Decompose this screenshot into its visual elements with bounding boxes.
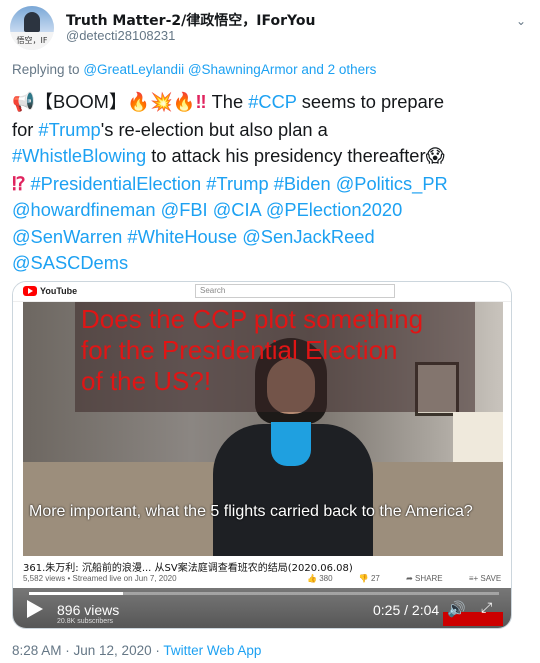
hashtag-whistleblowing[interactable]: #WhistleBlowing	[12, 145, 146, 166]
scream-emoji: 😱	[425, 146, 445, 167]
video-title[interactable]: 361.朱万利: 沉船前的浪漫... 从SV案法庭调查看班农的结局(2020.0…	[23, 559, 353, 574]
fire-emoji: 🔥💥🔥	[127, 92, 196, 113]
youtube-label: YouTube	[40, 286, 78, 296]
tweet-text-4: 's re-election but also plan a	[100, 118, 328, 140]
tweet-text-1: The	[206, 91, 249, 112]
tweet-text-2: seems to prepare	[296, 91, 444, 112]
tags-line-1[interactable]: #PresidentialElection #Trump #Biden @Pol…	[31, 173, 448, 194]
progress-fill	[29, 592, 123, 595]
view-count: 896 views	[57, 602, 120, 618]
megaphone-emoji: 📢	[12, 92, 35, 113]
video-caption: More important, what the 5 flights carri…	[29, 503, 473, 520]
tweet-text-3: for	[12, 118, 39, 140]
interrobang: ⁉	[12, 172, 26, 194]
player-controls: 896 views 20.8K subscribers 0:25 / 2:04 …	[13, 588, 511, 628]
tweet-header: 悟空，IF Truth Matter-2/律政悟空，IForYou @detec…	[10, 6, 530, 50]
dislike-button[interactable]: 👎 27	[359, 574, 392, 583]
play-icon[interactable]	[27, 600, 45, 618]
youtube-play-icon	[23, 286, 37, 296]
youtube-search-input[interactable]: Search	[195, 284, 395, 298]
author-name[interactable]: Truth Matter-2/律政悟空，IForYou	[66, 10, 315, 30]
reply-line: Replying to @GreatLeylandii @ShawningArm…	[12, 62, 376, 77]
hashtag-trump[interactable]: #Trump	[38, 119, 100, 140]
hashtag-ccp[interactable]: #CCP	[248, 91, 296, 112]
video-time: 0:25 / 2:04	[373, 602, 440, 618]
fullscreen-icon[interactable]: ⤢	[481, 600, 499, 618]
video-meta: 5,582 views • Streamed live on Jun 7, 20…	[23, 574, 177, 583]
tags-line-2[interactable]: @howardfineman @FBI @CIA @PElection2020	[12, 197, 522, 224]
chevron-down-icon[interactable]: ⌄	[512, 12, 530, 30]
like-count: 380	[319, 574, 333, 583]
video-actions: 👍 380 👎 27 ➦ SHARE ≡+ SAVE ···	[307, 574, 511, 583]
double-exclamation: ‼	[195, 91, 207, 112]
avatar-caption: 悟空，IF	[10, 32, 54, 50]
share-button[interactable]: ➦ SHARE	[406, 574, 455, 583]
tags-line-3[interactable]: @SenWarren #WhiteHouse @SenJackReed	[12, 224, 522, 251]
share-label: SHARE	[415, 574, 443, 583]
avatar[interactable]: 悟空，IF	[10, 6, 54, 50]
tweet-datetime[interactable]: 8:28 AM · Jun 12, 2020 ·	[12, 643, 163, 658]
reply-others-link[interactable]: and 2 others	[301, 62, 376, 77]
tweet-footer: 8:28 AM · Jun 12, 2020 · Twitter Web App	[12, 643, 261, 658]
boom-text: 【BOOM】	[34, 91, 128, 112]
video-frame[interactable]: Does the CCP plot something for the Pres…	[23, 302, 503, 556]
subscriber-count: 20.8K subscribers	[57, 618, 114, 625]
video-card[interactable]: YouTube Search Does the CCP plot somethi…	[12, 281, 512, 629]
youtube-bar: YouTube Search	[13, 282, 511, 302]
save-label: SAVE	[480, 574, 502, 583]
reply-prefix: Replying to	[12, 62, 80, 77]
author-handle[interactable]: @detecti28108231	[66, 28, 175, 43]
dislike-count: 27	[370, 574, 380, 583]
reply-mentions[interactable]: @GreatLeylandii @ShawningArmor	[83, 62, 297, 77]
tweet-text-5: to attack his presidency thereafter	[146, 145, 426, 166]
save-button[interactable]: ≡+ SAVE	[469, 574, 511, 583]
tags-line-4[interactable]: @SASCDems	[12, 250, 522, 277]
volume-icon[interactable]: 🔊	[447, 600, 467, 618]
youtube-logo[interactable]: YouTube	[23, 286, 77, 296]
tweet-text: 📢【BOOM】🔥💥🔥‼ The #CCP seems to prepare fo…	[12, 89, 522, 277]
like-button[interactable]: 👍 380	[307, 574, 345, 583]
progress-bar[interactable]	[29, 592, 499, 595]
tweet-source-app[interactable]: Twitter Web App	[163, 643, 261, 658]
overlay-text: Does the CCP plot something for the Pres…	[81, 304, 424, 396]
